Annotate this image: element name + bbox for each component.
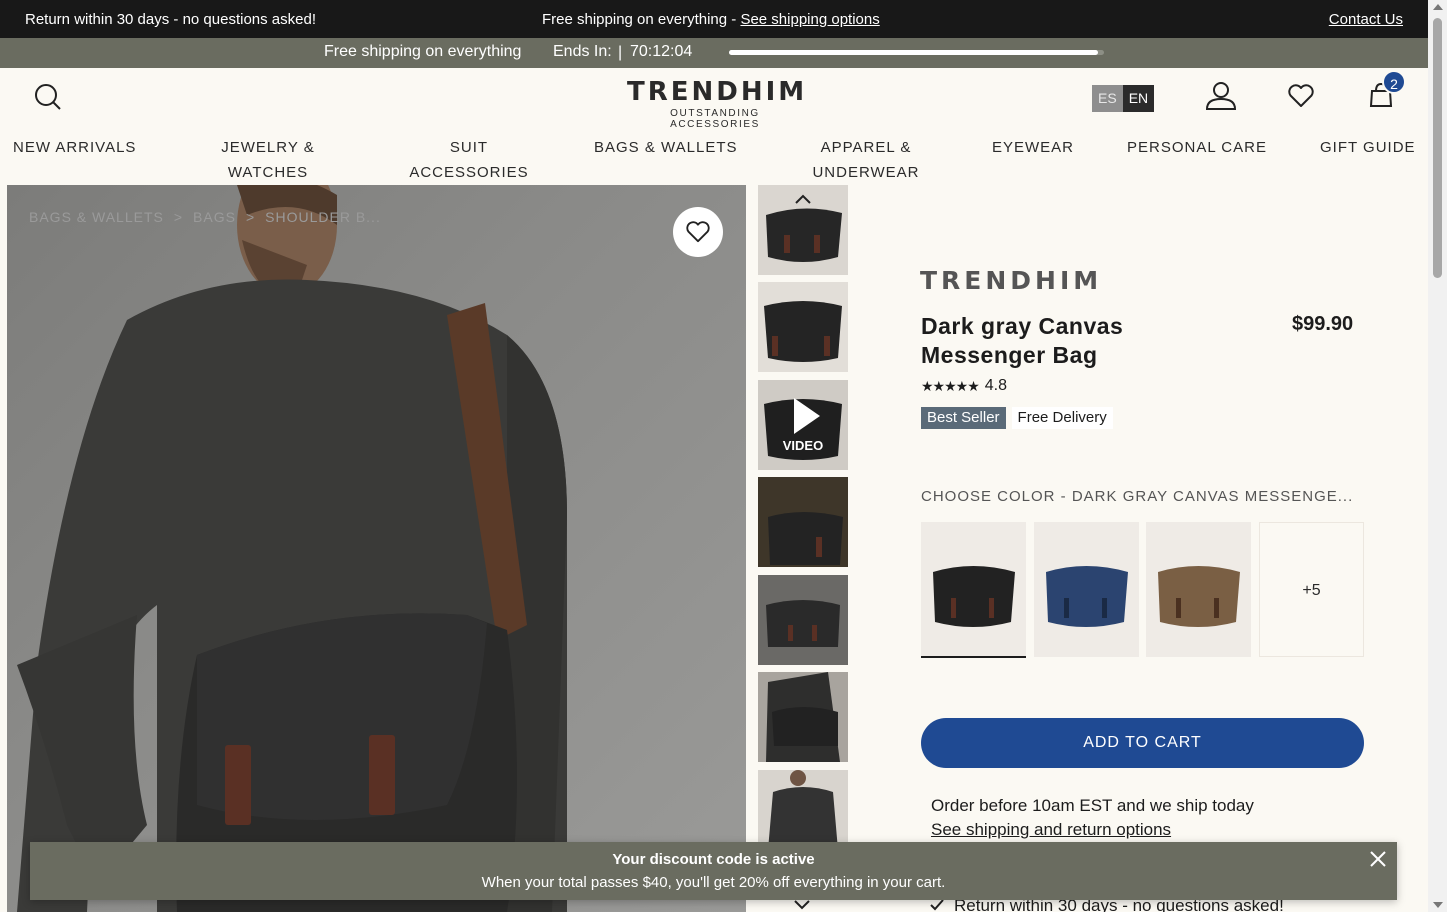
thumbnail-1[interactable]	[758, 185, 848, 275]
breadcrumb-bags-wallets[interactable]: BAGS & WALLETS	[29, 209, 164, 225]
scrollbar-thumb[interactable]	[1433, 18, 1442, 278]
add-to-wishlist-button[interactable]	[673, 207, 723, 257]
thumbnail-7[interactable]	[758, 770, 848, 850]
thumbnail-strip: VIDEO	[757, 185, 849, 912]
shipping-return-link[interactable]: See shipping and return options	[931, 818, 1254, 842]
discount-toast: Your discount code is active When your t…	[30, 842, 1397, 900]
breadcrumb-shoulder-bags[interactable]: SHOULDER B...	[265, 209, 381, 225]
breadcrumb-bags[interactable]: BAGS	[193, 209, 236, 225]
announcement-bar: Return within 30 days - no questions ask…	[0, 0, 1428, 38]
product-main-image[interactable]: BAGS & WALLETS > BAGS > SHOULDER B...	[7, 185, 746, 912]
nav-bags-wallets[interactable]: BAGS & WALLETS	[594, 135, 738, 160]
swatch-brown[interactable]	[1146, 522, 1251, 657]
site-header: TRENDHIM OUTSTANDING ACCESSORIES ES EN 2	[0, 68, 1428, 132]
nav-jewelry-watches[interactable]: JEWELRY & WATCHES	[204, 135, 332, 185]
shipping-note: Free shipping on everything - See shippi…	[542, 11, 880, 28]
logo-name: TRENDHIM	[627, 77, 808, 107]
breadcrumb: BAGS & WALLETS > BAGS > SHOULDER B...	[29, 209, 381, 225]
shipping-text: Free shipping on everything -	[542, 11, 741, 28]
color-label: CHOOSE COLOR - DARK GRAY CANVAS MESSENGE…	[921, 488, 1354, 505]
rating-stars: ★★★★★	[921, 377, 980, 394]
thumbnail-6[interactable]	[758, 672, 848, 762]
wishlist-icon[interactable]	[1288, 84, 1314, 113]
countdown-ends-label: Ends In:	[553, 43, 612, 60]
countdown-message: Free shipping on everything	[324, 43, 522, 60]
more-colors-button[interactable]: +5	[1259, 522, 1364, 657]
thumbnail-2[interactable]	[758, 282, 848, 372]
language-switcher: ES EN	[1092, 85, 1155, 112]
chevron-down-icon[interactable]	[793, 899, 811, 911]
thumbnail-4[interactable]	[758, 477, 848, 567]
product-brand: TRENDHIM	[920, 266, 1103, 295]
heart-icon	[686, 221, 710, 243]
scroll-down-arrow[interactable]	[1433, 902, 1443, 908]
model-illustration	[17, 185, 567, 912]
toast-title: Your discount code is active	[612, 851, 815, 868]
rating-value: 4.8	[984, 377, 1008, 394]
countdown-progress-fill	[729, 50, 1099, 55]
countdown-timer: 70:12:04	[630, 43, 693, 60]
free-delivery-badge: Free Delivery	[1011, 407, 1113, 429]
main-nav: NEW ARRIVALS JEWELRY & WATCHES SUIT ACCE…	[0, 132, 1428, 184]
site-logo[interactable]: TRENDHIM OUTSTANDING ACCESSORIES	[627, 77, 808, 130]
nav-gift-guide[interactable]: GIFT GUIDE	[1320, 135, 1416, 160]
search-icon[interactable]	[34, 83, 62, 116]
toast-message: When your total passes $40, you'll get 2…	[481, 874, 946, 891]
product-price: $99.90	[1292, 313, 1354, 335]
nav-eyewear[interactable]: EYEWEAR	[992, 135, 1074, 160]
swatch-dark-gray[interactable]	[921, 522, 1026, 658]
order-info: Order before 10am EST and we ship today …	[931, 794, 1254, 842]
logo-tagline: OUTSTANDING ACCESSORIES	[670, 108, 760, 130]
best-seller-badge: Best Seller	[921, 407, 1006, 429]
order-note: Order before 10am EST and we ship today	[931, 796, 1254, 815]
cart-count-badge: 2	[1382, 70, 1406, 94]
thumbnail-video[interactable]: VIDEO	[758, 380, 848, 470]
nav-new-arrivals[interactable]: NEW ARRIVALS	[13, 135, 136, 160]
countdown-progress	[729, 50, 1104, 55]
account-icon[interactable]	[1205, 81, 1237, 116]
nav-apparel-underwear[interactable]: APPAREL & UNDERWEAR	[805, 135, 927, 185]
page-scrollbar[interactable]	[1428, 0, 1447, 912]
video-label: VIDEO	[782, 438, 824, 453]
product-badges: Best Seller Free Delivery	[921, 407, 1113, 429]
lang-es[interactable]: ES	[1092, 85, 1123, 112]
product-rating[interactable]: ★★★★★ 4.8	[921, 377, 1007, 395]
nav-suit-accessories[interactable]: SUIT ACCESSORIES	[404, 135, 534, 185]
scroll-up-arrow[interactable]	[1433, 4, 1443, 10]
product-title: Dark gray Canvas Messenger Bag	[921, 313, 1124, 368]
add-to-cart-button[interactable]: ADD TO CART	[921, 718, 1364, 768]
countdown-separator: |	[618, 44, 623, 61]
swatch-navy[interactable]	[1034, 522, 1139, 657]
countdown-bar: Free shipping on everything Ends In: | 7…	[0, 38, 1428, 68]
close-icon[interactable]	[1369, 850, 1387, 873]
breadcrumb-separator: >	[245, 209, 256, 225]
shipping-options-link[interactable]: See shipping options	[740, 11, 879, 28]
thumbnail-5[interactable]	[758, 575, 848, 665]
nav-personal-care[interactable]: PERSONAL CARE	[1127, 135, 1267, 160]
chevron-up-icon[interactable]	[794, 193, 812, 205]
lang-en[interactable]: EN	[1122, 85, 1155, 112]
breadcrumb-separator: >	[173, 209, 184, 225]
contact-link[interactable]: Contact Us	[1329, 11, 1403, 28]
returns-note: Return within 30 days - no questions ask…	[25, 11, 316, 28]
